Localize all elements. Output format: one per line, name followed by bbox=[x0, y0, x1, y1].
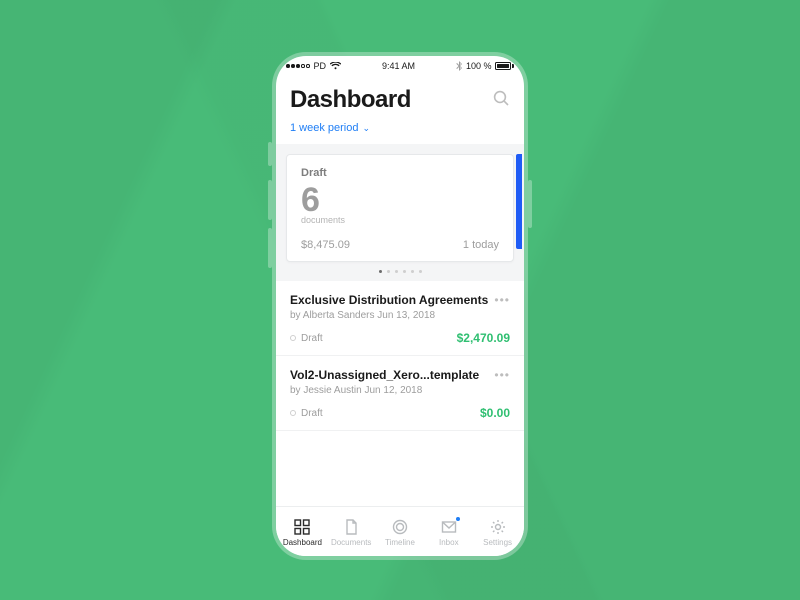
bluetooth-icon bbox=[456, 61, 462, 71]
battery-percent: 100 % bbox=[466, 61, 492, 71]
tab-dashboard[interactable]: Dashboard bbox=[278, 518, 327, 547]
battery-icon bbox=[495, 62, 514, 70]
dashboard-icon bbox=[293, 518, 311, 536]
status-dot-icon bbox=[290, 410, 296, 416]
status-dot-icon bbox=[290, 335, 296, 341]
search-icon[interactable] bbox=[492, 89, 510, 112]
more-icon[interactable]: ••• bbox=[494, 293, 510, 306]
documents-icon bbox=[342, 518, 360, 536]
tab-settings[interactable]: Settings bbox=[473, 518, 522, 547]
status-badge: Draft bbox=[290, 408, 323, 419]
signal-dots-icon bbox=[286, 64, 310, 68]
period-label: 1 week period bbox=[290, 122, 359, 134]
tab-bar: Dashboard Documents Timeline Inbox bbox=[276, 506, 524, 556]
tab-label: Settings bbox=[483, 538, 512, 547]
page-indicator bbox=[286, 262, 514, 275]
summary-amount: $8,475.09 bbox=[301, 239, 350, 251]
summary-card[interactable]: Draft 6 documents $8,475.09 1 today bbox=[286, 154, 514, 262]
tab-label: Documents bbox=[331, 538, 371, 547]
timeline-icon bbox=[391, 518, 409, 536]
tab-documents[interactable]: Documents bbox=[327, 518, 376, 547]
status-badge: Draft bbox=[290, 333, 323, 344]
list-item[interactable]: Exclusive Distribution Agreements ••• by… bbox=[276, 281, 524, 356]
phone-frame: PD 9:41 AM 100 % Dashboard bbox=[272, 52, 528, 560]
more-icon[interactable]: ••• bbox=[494, 368, 510, 381]
screen: PD 9:41 AM 100 % Dashboard bbox=[276, 56, 524, 556]
tab-timeline[interactable]: Timeline bbox=[376, 518, 425, 547]
document-byline: by Alberta Sanders Jun 13, 2018 bbox=[290, 310, 510, 321]
document-amount: $2,470.09 bbox=[457, 331, 510, 345]
next-card-peek[interactable] bbox=[516, 154, 522, 249]
summary-count-label: documents bbox=[301, 215, 499, 225]
phone-power-button bbox=[528, 180, 532, 228]
tab-label: Inbox bbox=[439, 538, 459, 547]
document-list: Exclusive Distribution Agreements ••• by… bbox=[276, 281, 524, 506]
status-time: 9:41 AM bbox=[382, 61, 415, 71]
phone-volume-up bbox=[268, 180, 272, 220]
phone-volume-down bbox=[268, 228, 272, 268]
summary-today: 1 today bbox=[463, 239, 499, 251]
summary-status-label: Draft bbox=[301, 167, 499, 179]
summary-card-area: Draft 6 documents $8,475.09 1 today bbox=[276, 144, 524, 281]
wifi-icon bbox=[330, 62, 341, 70]
tab-label: Dashboard bbox=[283, 538, 322, 547]
inbox-icon bbox=[440, 518, 458, 536]
tab-inbox[interactable]: Inbox bbox=[424, 518, 473, 547]
page-header: Dashboard bbox=[276, 74, 524, 122]
summary-count: 6 bbox=[301, 183, 499, 217]
status-bar: PD 9:41 AM 100 % bbox=[276, 56, 524, 74]
gear-icon bbox=[489, 518, 507, 536]
list-item[interactable]: Vol2-Unassigned_Xero...template ••• by J… bbox=[276, 356, 524, 431]
page-title: Dashboard bbox=[290, 86, 411, 114]
phone-mute-switch bbox=[268, 142, 272, 166]
document-amount: $0.00 bbox=[480, 406, 510, 420]
document-byline: by Jessie Austin Jun 12, 2018 bbox=[290, 385, 510, 396]
chevron-down-icon: ⌄ bbox=[363, 123, 371, 134]
document-title: Vol2-Unassigned_Xero...template bbox=[290, 368, 479, 382]
period-selector[interactable]: 1 week period ⌄ bbox=[276, 122, 524, 144]
carrier-label: PD bbox=[314, 61, 327, 71]
tab-label: Timeline bbox=[385, 538, 415, 547]
document-title: Exclusive Distribution Agreements bbox=[290, 293, 488, 307]
